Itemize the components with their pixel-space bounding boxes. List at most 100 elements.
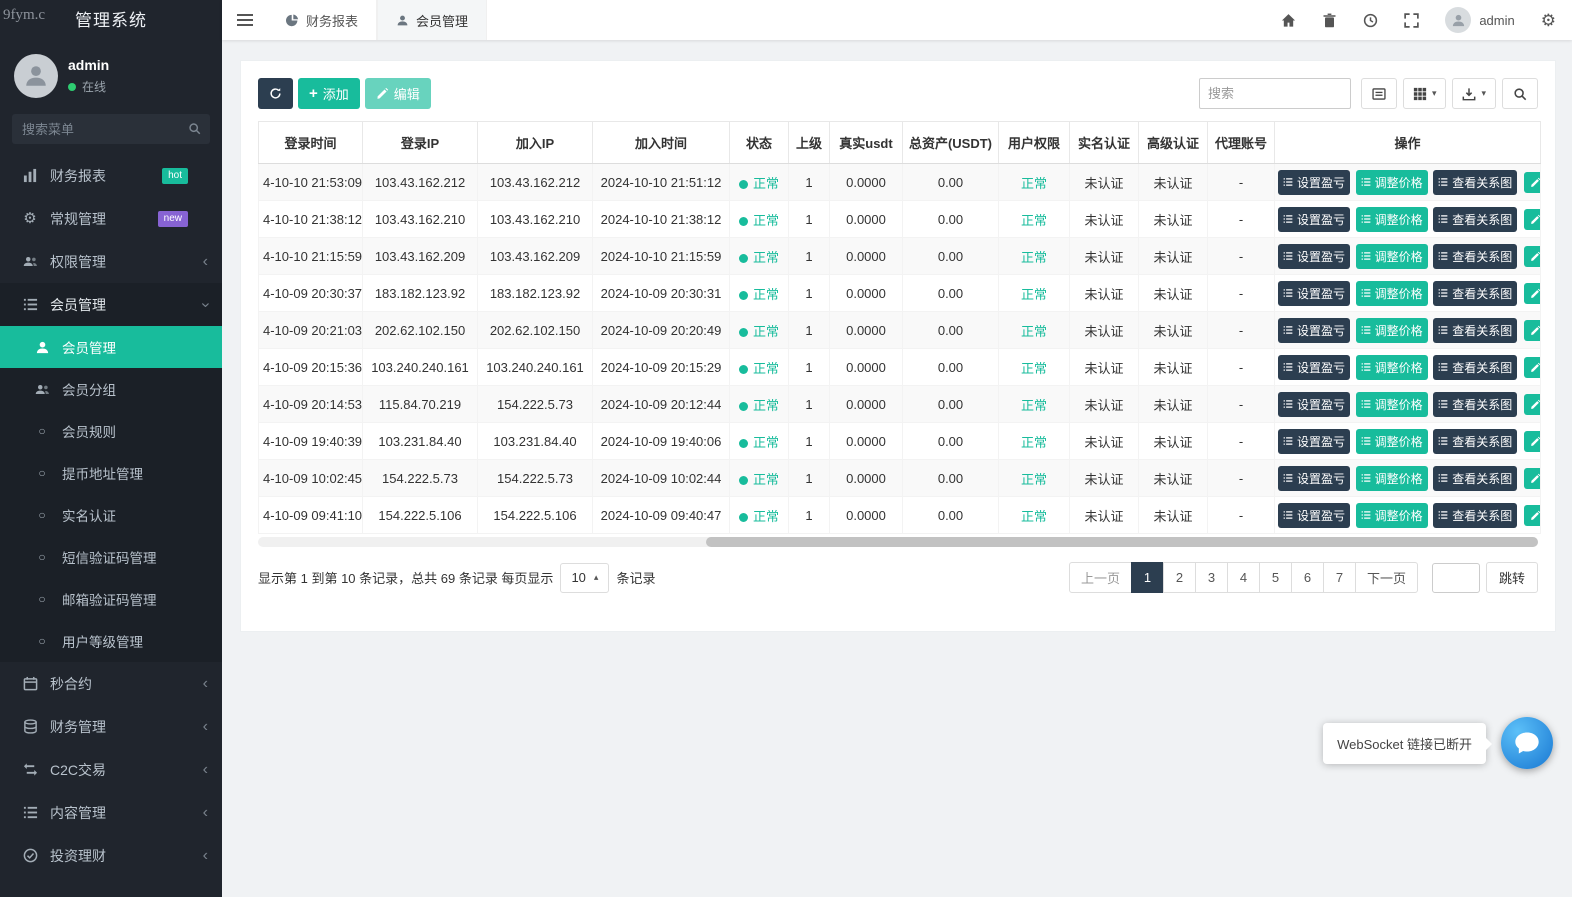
add-button[interactable]: + 添加	[298, 78, 360, 109]
set-profit-button[interactable]: 设置盈亏	[1278, 429, 1350, 454]
sidebar-item-permission[interactable]: 权限管理 ‹	[0, 240, 222, 283]
view-relation-button[interactable]: 查看关系图	[1433, 355, 1517, 380]
sidebar-item-invest[interactable]: 投资理财 ‹	[0, 834, 222, 877]
refresh-button[interactable]	[258, 78, 293, 109]
adjust-price-button[interactable]: 调整价格	[1356, 503, 1428, 528]
table-row[interactable]: 4-10-09 20:30:37 183.182.123.92 183.182.…	[259, 275, 1541, 312]
user-menu[interactable]: admin	[1445, 7, 1514, 33]
sidebar-subitem-email-code[interactable]: ○ 邮箱验证码管理	[0, 578, 222, 620]
sidebar-toggle-button[interactable]	[222, 0, 268, 40]
settings-gear-icon[interactable]: ⚙	[1541, 12, 1556, 29]
view-relation-button[interactable]: 查看关系图	[1433, 429, 1517, 454]
set-profit-button[interactable]: 设置盈亏	[1278, 503, 1350, 528]
page-number-button[interactable]: 3	[1195, 562, 1228, 593]
jump-button[interactable]: 跳转	[1486, 562, 1538, 593]
table-row[interactable]: 4-10-09 20:14:53 115.84.70.219 154.222.5…	[259, 386, 1541, 423]
fullscreen-icon[interactable]	[1404, 13, 1419, 28]
view-relation-button[interactable]: 查看关系图	[1433, 281, 1517, 306]
view-relation-button[interactable]: 查看关系图	[1433, 318, 1517, 343]
set-profit-button[interactable]: 设置盈亏	[1278, 207, 1350, 232]
set-profit-button[interactable]: 设置盈亏	[1278, 170, 1350, 195]
scrollbar-thumb[interactable]	[706, 537, 1538, 547]
menu-search-input[interactable]	[12, 114, 210, 144]
page-number-button[interactable]: 7	[1323, 562, 1356, 593]
adjust-price-button[interactable]: 调整价格	[1356, 281, 1428, 306]
view-relation-button[interactable]: 查看关系图	[1433, 503, 1517, 528]
adjust-price-button[interactable]: 调整价格	[1356, 170, 1428, 195]
sidebar-subitem-user-level[interactable]: ○ 用户等级管理	[0, 620, 222, 662]
set-profit-button[interactable]: 设置盈亏	[1278, 244, 1350, 269]
horizontal-scrollbar[interactable]	[258, 537, 1538, 547]
export-button[interactable]: ▾	[1452, 78, 1496, 109]
view-relation-button[interactable]: 查看关系图	[1433, 392, 1517, 417]
edit-row-button[interactable]	[1524, 505, 1541, 526]
tab-financial-report[interactable]: 财务报表	[268, 0, 377, 40]
sidebar-subitem-member-group[interactable]: 会员分组	[0, 368, 222, 410]
adjust-price-button[interactable]: 调整价格	[1356, 466, 1428, 491]
edit-row-button[interactable]	[1524, 246, 1541, 267]
sidebar-item-content[interactable]: 内容管理 ‹	[0, 791, 222, 834]
adjust-price-button[interactable]: 调整价格	[1356, 207, 1428, 232]
adjust-price-button[interactable]: 调整价格	[1356, 318, 1428, 343]
set-profit-button[interactable]: 设置盈亏	[1278, 355, 1350, 380]
table-row[interactable]: 4-10-10 21:38:12 103.43.162.210 103.43.1…	[259, 201, 1541, 238]
table-row[interactable]: 4-10-10 21:53:09 103.43.162.212 103.43.1…	[259, 164, 1541, 201]
set-profit-button[interactable]: 设置盈亏	[1278, 318, 1350, 343]
page-number-button[interactable]: 1	[1131, 562, 1164, 593]
sidebar-item-member[interactable]: 会员管理 ‹	[0, 283, 222, 326]
view-relation-button[interactable]: 查看关系图	[1433, 207, 1517, 232]
table-row[interactable]: 4-10-09 20:21:03 202.62.102.150 202.62.1…	[259, 312, 1541, 349]
edit-row-button[interactable]	[1524, 468, 1541, 489]
sidebar-item-finance[interactable]: 财务管理 ‹	[0, 705, 222, 748]
table-row[interactable]: 4-10-09 09:41:10 154.222.5.106 154.222.5…	[259, 497, 1541, 534]
page-number-button[interactable]: 4	[1227, 562, 1260, 593]
home-icon[interactable]	[1281, 13, 1296, 28]
edit-button[interactable]: 编辑	[365, 78, 431, 109]
trash-icon[interactable]	[1322, 13, 1337, 28]
sidebar-item-financial-report[interactable]: 财务报表 hot	[0, 154, 222, 197]
view-relation-button[interactable]: 查看关系图	[1433, 170, 1517, 195]
page-number-button[interactable]: 5	[1259, 562, 1292, 593]
sidebar-item-general[interactable]: ⚙ 常规管理 new	[0, 197, 222, 240]
sidebar-subitem-real-name-auth[interactable]: ○ 实名认证	[0, 494, 222, 536]
adjust-price-button[interactable]: 调整价格	[1356, 392, 1428, 417]
edit-row-button[interactable]	[1524, 172, 1541, 193]
page-number-button[interactable]: 6	[1291, 562, 1324, 593]
sidebar-subitem-member-manage[interactable]: 会员管理	[0, 326, 222, 368]
prev-page-button[interactable]: 上一页	[1069, 562, 1132, 593]
set-profit-button[interactable]: 设置盈亏	[1278, 466, 1350, 491]
adjust-price-button[interactable]: 调整价格	[1356, 355, 1428, 380]
edit-row-button[interactable]	[1524, 357, 1541, 378]
sidebar-item-c2c[interactable]: C2C交易 ‹	[0, 748, 222, 791]
tab-member-manage[interactable]: 会员管理	[377, 0, 487, 40]
table-row[interactable]: 4-10-09 19:40:39 103.231.84.40 103.231.8…	[259, 423, 1541, 460]
view-relation-button[interactable]: 查看关系图	[1433, 466, 1517, 491]
sidebar-subitem-member-rule[interactable]: ○ 会员规则	[0, 410, 222, 452]
edit-row-button[interactable]	[1524, 283, 1541, 304]
view-relation-button[interactable]: 查看关系图	[1433, 244, 1517, 269]
edit-row-button[interactable]	[1524, 394, 1541, 415]
edit-row-button[interactable]	[1524, 209, 1541, 230]
jump-page-input[interactable]	[1432, 563, 1480, 593]
sidebar-subitem-sms-code[interactable]: ○ 短信验证码管理	[0, 536, 222, 578]
chat-button[interactable]	[1501, 717, 1553, 769]
set-profit-button[interactable]: 设置盈亏	[1278, 392, 1350, 417]
table-row[interactable]: 4-10-09 10:02:45 154.222.5.73 154.222.5.…	[259, 460, 1541, 497]
sidebar-subitem-withdraw-address[interactable]: ○ 提币地址管理	[0, 452, 222, 494]
edit-row-button[interactable]	[1524, 320, 1541, 341]
set-profit-button[interactable]: 设置盈亏	[1278, 281, 1350, 306]
next-page-button[interactable]: 下一页	[1355, 562, 1418, 593]
table-row[interactable]: 4-10-10 21:15:59 103.43.162.209 103.43.1…	[259, 238, 1541, 275]
table-row[interactable]: 4-10-09 20:15:36 103.240.240.161 103.240…	[259, 349, 1541, 386]
table-search-input[interactable]	[1199, 78, 1351, 109]
refresh-history-icon[interactable]	[1363, 13, 1378, 28]
search-button[interactable]	[1502, 78, 1538, 109]
detail-view-button[interactable]	[1361, 78, 1397, 109]
edit-row-button[interactable]	[1524, 431, 1541, 452]
page-size-dropdown[interactable]: 10 ▴	[560, 563, 609, 593]
adjust-price-button[interactable]: 调整价格	[1356, 429, 1428, 454]
adjust-price-button[interactable]: 调整价格	[1356, 244, 1428, 269]
page-number-button[interactable]: 2	[1163, 562, 1196, 593]
columns-button[interactable]: ▾	[1403, 78, 1447, 109]
sidebar-item-contract[interactable]: 秒合约 ‹	[0, 662, 222, 705]
